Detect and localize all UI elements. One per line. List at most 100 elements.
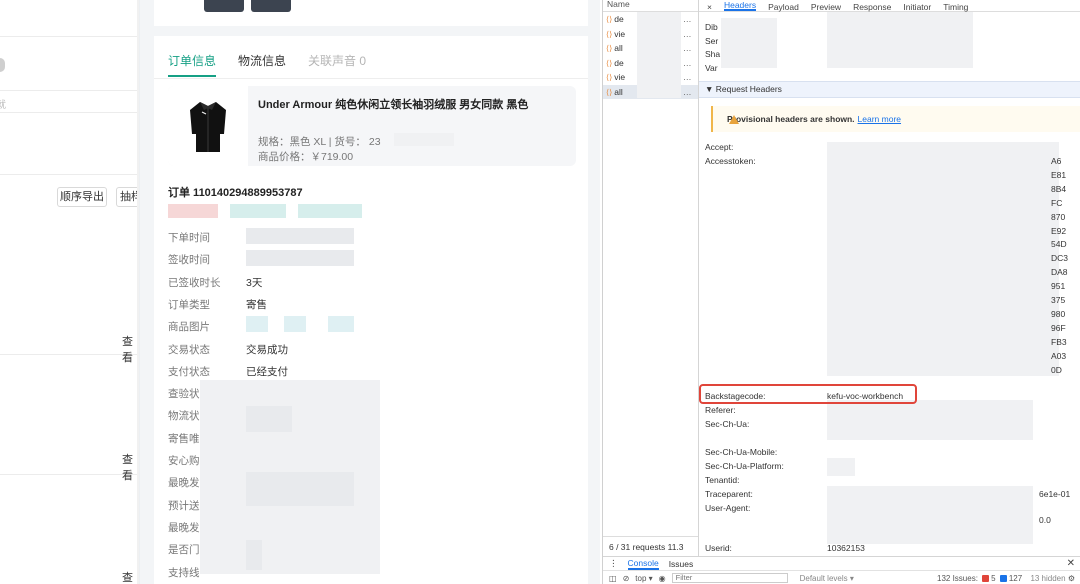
list-header: Name xyxy=(603,0,698,12)
tab-related-voice[interactable]: 关联声音 0 xyxy=(308,52,366,77)
request-list: Name ⟨⟩ de… ⟨⟩ vie… ⟨⟩ all… ⟨⟩ de… ⟨⟩ vie… ⟨⟩ all… … xyxy=(603,0,699,556)
export-button[interactable]: 顺序导出 xyxy=(57,187,107,207)
token-fragment: A03 xyxy=(1051,350,1067,361)
divider xyxy=(0,474,139,475)
redacted-value xyxy=(394,133,454,146)
field-label: 支付状态 xyxy=(168,365,210,378)
detail-tabs: × Headers Payload Preview Response Initi… xyxy=(699,0,1080,12)
field-label: 预计送 xyxy=(168,499,200,512)
request-count: 6 / 31 requests 11.3 xyxy=(603,536,698,556)
redacted-value xyxy=(246,406,292,432)
divider xyxy=(0,90,139,91)
warning-text: Provisional headers are shown. xyxy=(727,114,855,124)
close-icon[interactable]: ✕ xyxy=(1067,558,1075,569)
close-icon[interactable]: × xyxy=(707,3,712,12)
xhr-icon: ⟨⟩ xyxy=(606,87,613,97)
token-fragment: 375 xyxy=(1051,295,1066,305)
product-price: 商品价格：￥719.00 xyxy=(258,151,354,163)
redacted-block xyxy=(827,486,1033,544)
clear-icon[interactable]: ⊘ xyxy=(623,574,630,583)
more-icon: … xyxy=(683,14,692,24)
header-name: Var xyxy=(705,63,718,73)
request-name: all xyxy=(614,43,623,53)
field-label: 订单类型 xyxy=(168,298,210,311)
settings-gear-icon[interactable]: ⚙ xyxy=(1068,574,1075,583)
tab-initiator[interactable]: Initiator xyxy=(903,3,931,12)
thumbnail-image[interactable] xyxy=(251,0,291,12)
product-card: Under Armour 纯色休闲立领长袖羽绒服 男女同款 黑色 规格：黑色 X… xyxy=(168,86,576,166)
redacted-value xyxy=(246,228,354,244)
xhr-icon: ⟨⟩ xyxy=(606,15,613,24)
issues-summary[interactable]: 132 Issues: 5 127 13 hidden ⚙ xyxy=(937,574,1075,583)
info-count: 127 xyxy=(1008,574,1023,583)
warning-icon xyxy=(729,115,739,124)
provisional-warning: Provisional headers are shown. Learn more xyxy=(711,106,1080,132)
context-select[interactable]: top ▾ xyxy=(635,574,652,583)
log-levels-select[interactable]: Default levels ▾ xyxy=(800,574,854,583)
field-value: 寄售 xyxy=(246,298,267,311)
console-tabs: ⋮ Console Issues xyxy=(603,557,1080,571)
redacted-block xyxy=(721,18,777,68)
eye-icon[interactable]: ◉ xyxy=(659,574,666,583)
more-icon: … xyxy=(683,57,692,68)
divider xyxy=(0,36,139,37)
field-value: 已经支付 xyxy=(246,365,288,378)
token-fragment: 54D xyxy=(1051,239,1067,250)
error-count: 5 xyxy=(991,574,996,583)
menu-icon[interactable]: ⋮ xyxy=(609,558,618,569)
header-name: Sec-Ch-Ua-Platform: xyxy=(705,461,784,471)
thumbnail-image[interactable] xyxy=(204,0,244,12)
token-fragment: 8B4 xyxy=(1051,183,1067,194)
filter-input[interactable]: Filter xyxy=(671,573,788,583)
xhr-icon: ⟨⟩ xyxy=(606,58,613,68)
field-label: 支持线 xyxy=(168,566,200,579)
token-fragment: 870 xyxy=(1051,211,1066,222)
tab-order-info[interactable]: 订单信息 xyxy=(168,52,217,77)
toggle-knob[interactable] xyxy=(0,58,5,72)
sidebar-toggle-icon[interactable]: ◫ xyxy=(609,574,617,583)
hidden-count: 13 hidden xyxy=(1030,574,1066,583)
header-name: Traceparent: xyxy=(705,489,753,499)
tab-payload[interactable]: Payload xyxy=(768,3,799,12)
request-name: de xyxy=(614,57,624,68)
header-name: User-Agent: xyxy=(705,503,751,513)
issues-label: 132 Issues: xyxy=(937,574,978,583)
tab-headers[interactable]: Headers xyxy=(723,1,757,11)
token-fragment: 951 xyxy=(1051,281,1066,292)
order-card: 订单信息 物流信息 关联声音 0 Under Armour 纯色休闲立领长袖羽绒… xyxy=(154,36,588,584)
field-label: 商品图片 xyxy=(168,321,210,334)
tab-response[interactable]: Response xyxy=(853,3,891,12)
product-image[interactable] xyxy=(168,86,248,166)
divider xyxy=(0,354,139,355)
tab-preview[interactable]: Preview xyxy=(811,3,841,12)
token-fragment: 96F xyxy=(1051,322,1066,333)
xhr-icon: ⟨⟩ xyxy=(606,73,613,82)
tab-console[interactable]: Console xyxy=(627,558,659,570)
redacted-block xyxy=(827,400,1033,440)
tab-divider xyxy=(154,78,588,79)
redacted-value xyxy=(284,316,306,332)
token-fragment: FB3 xyxy=(1051,336,1067,347)
divider xyxy=(0,112,139,113)
xhr-icon: ⟨⟩ xyxy=(606,29,613,39)
field-label: 寄售唯 xyxy=(168,432,200,445)
tab-timing[interactable]: Timing xyxy=(943,3,968,12)
redacted-block xyxy=(827,458,855,476)
tab-logistics[interactable]: 物流信息 xyxy=(238,52,286,77)
request-name: vie xyxy=(614,72,626,82)
request-name: all xyxy=(614,86,623,97)
product-spec: 规格：黑色 XL | 货号： 23 xyxy=(258,136,381,148)
header-name: Accesstoken: xyxy=(705,156,756,166)
header-value: 0.0 xyxy=(1039,515,1051,525)
redacted-value xyxy=(246,540,262,570)
header-name: Tenantid: xyxy=(705,475,740,485)
field-hint: 就 xyxy=(0,96,6,111)
token-fragment: 0D xyxy=(1051,364,1062,375)
field-label: 签收时间 xyxy=(168,254,210,267)
header-name: Sec-Ch-Ua: xyxy=(705,419,750,429)
request-headers-section[interactable]: ▼ Request Headers xyxy=(699,81,1080,98)
header-name: Referer: xyxy=(705,405,736,415)
tab-issues[interactable]: Issues xyxy=(669,559,694,569)
header-name: Userid: xyxy=(705,543,732,553)
learn-more-link[interactable]: Learn more xyxy=(858,114,901,124)
